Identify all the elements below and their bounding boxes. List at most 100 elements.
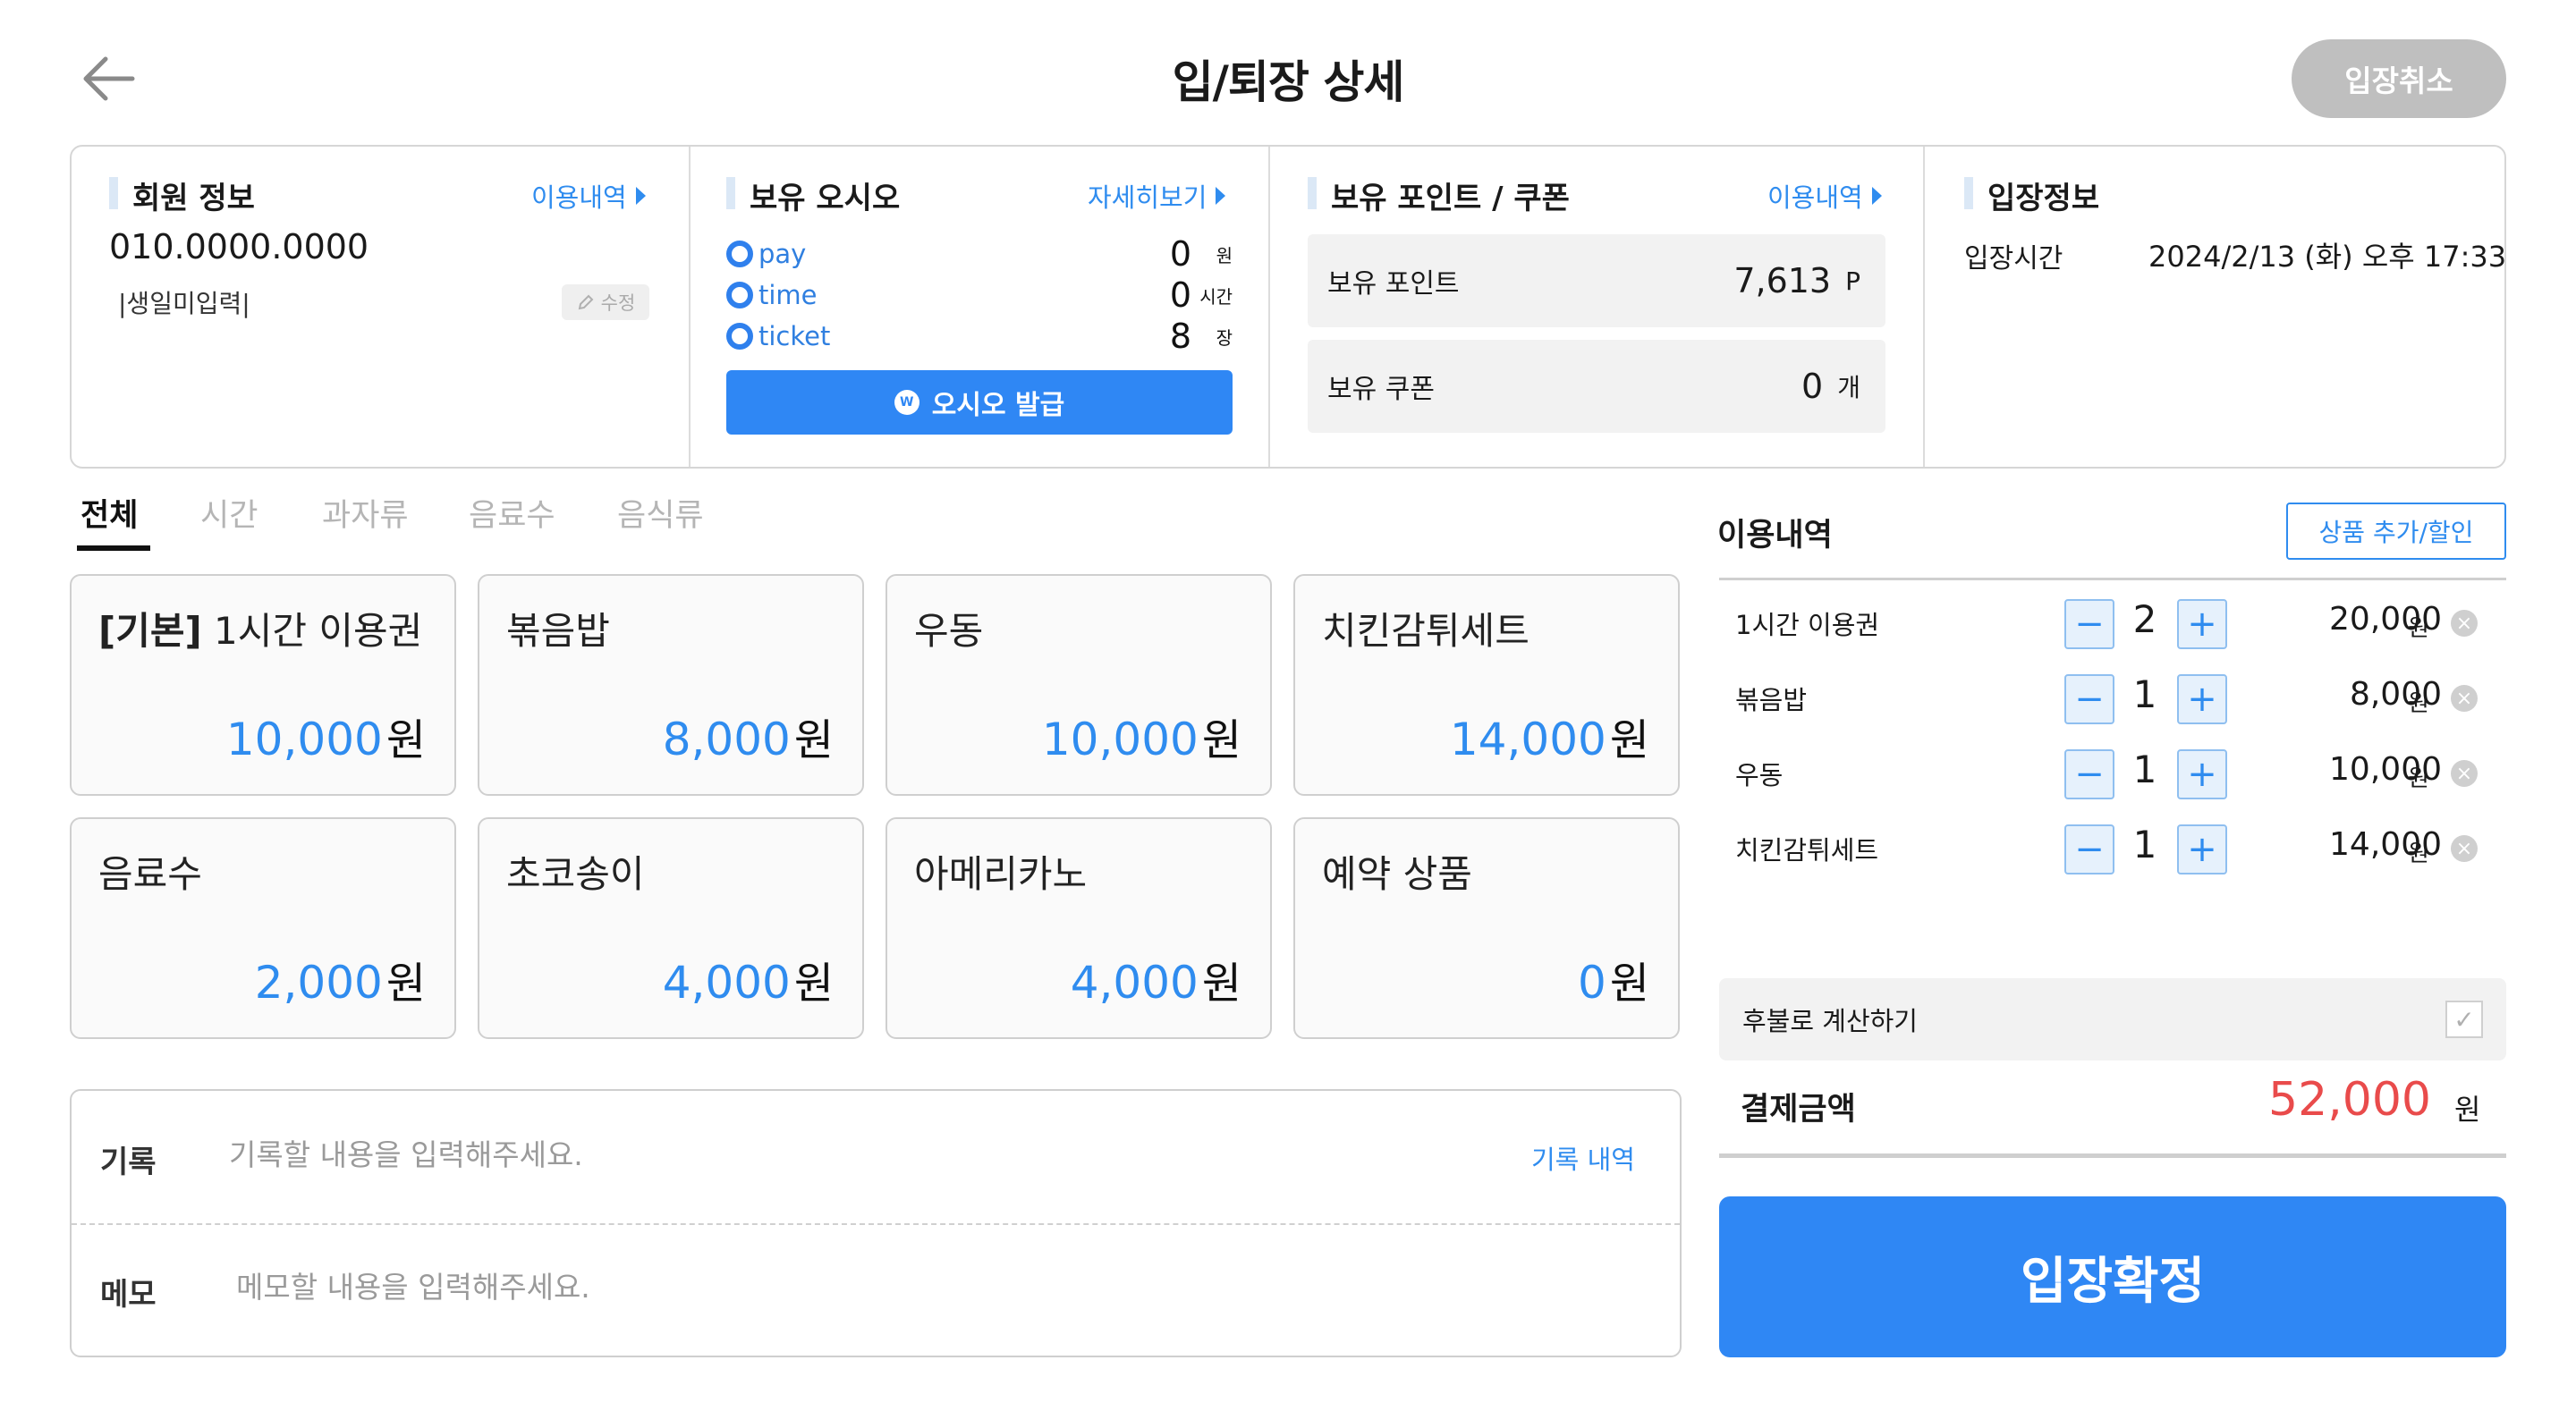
tab-time[interactable]: 시간 [200, 490, 258, 536]
osio-issue-label: 오시오 발급 [931, 390, 1065, 421]
usage-item-name: 우동 [1735, 760, 1784, 790]
cancel-entry-button[interactable]: 입장취소 [2292, 39, 2506, 118]
product-price: 8,000 원 [663, 705, 834, 767]
osio-name: time [758, 280, 818, 310]
product-card[interactable]: 치킨감튀세트 14,000 원 [1293, 574, 1680, 796]
confirm-entry-button[interactable]: 입장확정 [1719, 1196, 2506, 1357]
product-card[interactable]: 우동 10,000 원 [886, 574, 1272, 796]
product-card[interactable]: 아메리카노 4,000 원 [886, 817, 1272, 1039]
triangle-right-icon [1216, 187, 1226, 205]
active-tab-underline [77, 545, 150, 551]
product-name: 아메리카노 [914, 852, 1088, 896]
product-name: 예약 상품 [1322, 852, 1472, 896]
price-unit: 원 [793, 715, 834, 765]
product-card[interactable]: 볶음밥 8,000 원 [478, 574, 864, 796]
product-card[interactable]: [기본] 1시간 이용권 10,000 원 [70, 574, 456, 796]
point-label: 보유 포인트 [1327, 268, 1460, 300]
decrease-button[interactable]: − [2064, 599, 2114, 649]
tab-drinks[interactable]: 음료수 [469, 490, 555, 536]
osio-issue-button[interactable]: W 오시오 발급 [726, 370, 1233, 435]
usage-item-unit: 원 [2408, 690, 2429, 717]
decrease-button[interactable]: − [2064, 749, 2114, 799]
osio-detail-link[interactable]: 자세히보기 [1088, 177, 1226, 215]
remove-item-icon[interactable]: × [2451, 610, 2478, 637]
remove-item-icon[interactable]: × [2451, 685, 2478, 712]
entry-time-value: 2024/2/13 (화) 오후 17:33 [2148, 240, 2507, 274]
product-prefix: [기본] [98, 609, 202, 653]
memo-input[interactable] [236, 1264, 1631, 1309]
product-price: 2,000 원 [255, 948, 426, 1010]
price-unit: 원 [1201, 715, 1241, 765]
point-value: 7,613 [1733, 261, 1832, 300]
member-birthday: |생일미입력| [118, 289, 250, 318]
member-phone: 010.0000.0000 [109, 227, 369, 266]
member-history-link[interactable]: 이용내역 [531, 177, 646, 215]
price-value: 8,000 [662, 714, 791, 765]
remove-item-icon[interactable]: × [2451, 760, 2478, 787]
product-price: 10,000 원 [1042, 705, 1241, 767]
payment-divider [1719, 1153, 2506, 1158]
coupon-unit: 개 [1837, 373, 1860, 402]
coupon-value: 0 [1801, 367, 1824, 406]
coupon-label: 보유 쿠폰 [1327, 374, 1435, 405]
tab-food[interactable]: 음식류 [617, 490, 704, 536]
usage-item-name: 볶음밥 [1735, 685, 1808, 715]
osio-row-time: time 0 시간 [726, 275, 1233, 315]
price-unit: 원 [1609, 715, 1649, 765]
price-value: 4,000 [1070, 957, 1199, 1009]
product-card[interactable]: 예약 상품 0원 [1293, 817, 1680, 1039]
decrease-button[interactable]: − [2064, 824, 2114, 874]
osio-value: 0 [1169, 275, 1191, 315]
divider [1268, 147, 1270, 467]
record-history-link[interactable]: 기록 내역 [1531, 1139, 1635, 1177]
member-info-title: 회원 정보 [109, 173, 255, 217]
product-card[interactable]: 초코송이 4,000 원 [478, 817, 864, 1039]
points-history-link[interactable]: 이용내역 [1767, 177, 1882, 215]
record-input[interactable] [229, 1132, 1481, 1177]
edit-label: 수정 [600, 292, 636, 314]
entry-info-title: 입장정보 [1964, 173, 2099, 217]
usage-item-unit: 원 [2408, 841, 2429, 867]
osio-name: pay [758, 239, 807, 269]
decrease-button[interactable]: − [2064, 674, 2114, 724]
product-name: 우동 [914, 609, 984, 653]
point-unit: P [1845, 266, 1860, 296]
price-unit: 원 [793, 959, 834, 1009]
price-unit: 원 [386, 959, 426, 1009]
pencil-icon [578, 294, 594, 310]
usage-item-unit: 원 [2408, 615, 2429, 642]
usage-item-name: 치킨감튀세트 [1735, 835, 1879, 866]
deferred-payment-row[interactable]: 후불로 계산하기 ✓ [1719, 978, 2506, 1060]
divider [1923, 147, 1925, 467]
circle-icon [726, 282, 753, 308]
payment-label: 결제금액 [1741, 1092, 1856, 1128]
product-name: 음료수 [98, 852, 202, 896]
point-box: 보유 포인트 7,613 P [1308, 234, 1885, 327]
usage-item-qty: 2 [2132, 597, 2157, 641]
product-card[interactable]: 음료수 2,000 원 [70, 817, 456, 1039]
usage-item-qty: 1 [2132, 823, 2157, 866]
divider [689, 147, 691, 467]
osio-unit: 시간 [1199, 285, 1233, 308]
remove-item-icon[interactable]: × [2451, 835, 2478, 862]
payment-unit: 원 [2454, 1093, 2481, 1127]
memo-label: 메모 [100, 1277, 157, 1313]
entry-time-label: 입장시간 [1964, 243, 2063, 275]
osio-unit: 장 [1216, 326, 1233, 349]
member-edit-button[interactable]: 수정 [562, 284, 649, 320]
tab-all[interactable]: 전체 [80, 490, 138, 536]
price-value: 4,000 [662, 957, 791, 1009]
product-name: [기본] 1시간 이용권 [98, 601, 422, 655]
won-coin-icon: W [894, 390, 919, 415]
circle-icon [726, 323, 753, 350]
memo-dashed-divider [72, 1223, 1680, 1225]
tab-snacks[interactable]: 과자류 [322, 490, 409, 536]
usage-item-unit: 원 [2408, 765, 2429, 792]
deferred-checkbox[interactable]: ✓ [2445, 1001, 2483, 1038]
product-price: 0원 [1578, 948, 1649, 1010]
usage-title: 이용내역 [1717, 518, 1833, 553]
add-product-discount-button[interactable]: 상품 추가/할인 [2286, 503, 2506, 560]
osio-row-ticket: ticket 8 장 [726, 317, 1233, 356]
triangle-right-icon [1871, 187, 1882, 205]
osio-value: 0 [1169, 234, 1191, 274]
